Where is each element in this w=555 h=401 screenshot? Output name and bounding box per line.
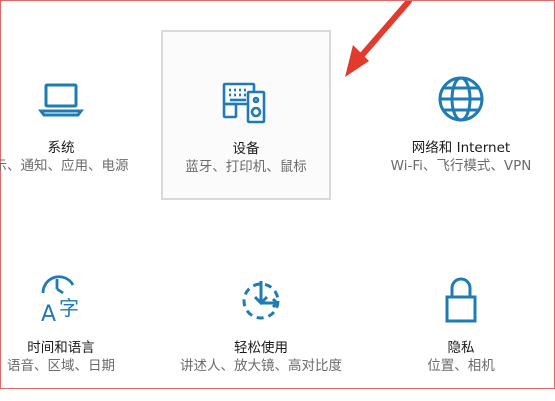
- globe-icon: [433, 71, 489, 127]
- laptop-icon: [33, 71, 89, 127]
- tile-title: 隐私: [447, 340, 475, 356]
- time-language-icon: A 字: [33, 271, 89, 327]
- tile-description: Wi-Fi、飞行模式、VPN: [390, 158, 532, 174]
- devices-icon: [218, 72, 274, 128]
- tile-description: 位置、相机: [427, 358, 495, 374]
- tile-title: 设备: [232, 141, 260, 157]
- tile-title: 系统: [47, 140, 75, 156]
- tile-title: 轻松使用: [234, 340, 288, 356]
- tile-description: 示、通知、应用、电源: [0, 158, 129, 174]
- tile-title: 网络和 Internet: [411, 140, 511, 156]
- tile-time-language[interactable]: A 字 时间和语言 语音、区域、日期: [0, 231, 146, 401]
- lock-icon: [433, 271, 489, 327]
- tile-privacy[interactable]: 隐私 位置、相机: [376, 231, 546, 401]
- tile-description: 讲述人、放大镜、高对比度: [180, 358, 342, 374]
- tile-description: 蓝牙、打印机、鼠标: [185, 159, 307, 175]
- svg-text:A: A: [41, 302, 56, 327]
- tile-devices[interactable]: 设备 蓝牙、打印机、鼠标: [161, 30, 331, 200]
- svg-text:字: 字: [59, 296, 79, 320]
- ease-of-access-icon: [233, 271, 289, 327]
- tile-ease-of-access[interactable]: 轻松使用 讲述人、放大镜、高对比度: [176, 231, 346, 401]
- tile-description: 语音、区域、日期: [7, 358, 115, 374]
- settings-window: 系统 示、通知、应用、电源 设备 蓝牙、打印机、鼠标 网络和 Internet …: [0, 0, 555, 389]
- tile-title: 时间和语言: [27, 340, 95, 356]
- tile-system[interactable]: 系统 示、通知、应用、电源: [0, 31, 146, 201]
- tile-network[interactable]: 网络和 Internet Wi-Fi、飞行模式、VPN: [376, 31, 546, 201]
